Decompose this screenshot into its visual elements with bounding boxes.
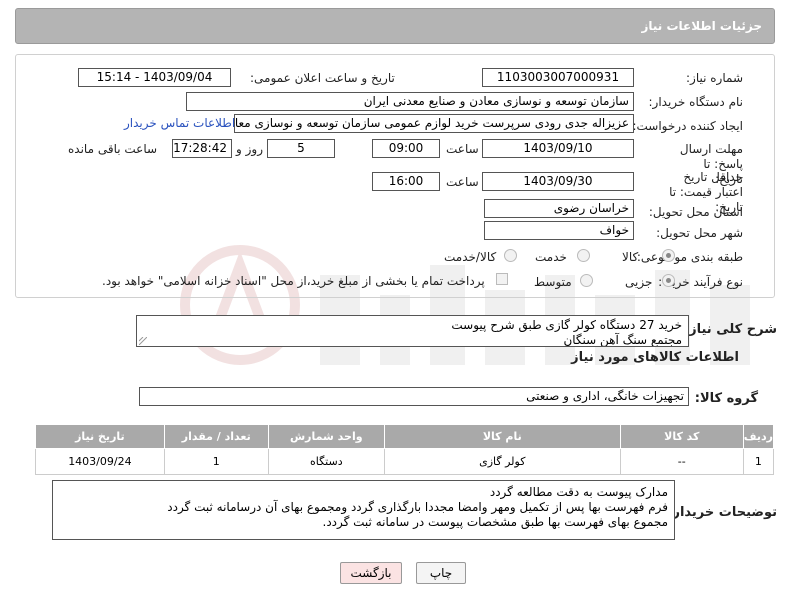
days-field: 5 [267,139,335,158]
requester-field: عزیزاله جدی رودی سرپرست خرید لوازم عمومی… [234,114,634,133]
cell-row: 1 [742,448,775,475]
col-name: نام کالا [383,424,621,449]
col-date: تاریخ نیاز [35,424,165,449]
price-validity-time-label: ساعت [446,175,479,189]
category-radio-goods[interactable] [662,249,675,262]
category-label: طبقه بندی موضوعی: [636,250,743,264]
treasury-payment-note: پرداخت تمام یا بخشی از مبلغ خرید،از محل … [102,274,485,288]
category-radio-goods-service[interactable] [504,249,517,262]
page-title: جزئیات اطلاعات نیاز [641,19,762,33]
cell-date: 1403/09/24 [35,448,165,475]
reply-time-label: ساعت [446,142,479,156]
summary-label: شرح کلی نیاز: [683,322,777,337]
table-row: 1 -- کولر گازی دستگاه 1 1403/09/24 [35,448,775,475]
province-field: خراسان رضوی [484,199,634,218]
process-option-partial: جزیی [625,275,653,289]
buyer-org-field: سازمان توسعه و نوسازی معادن و صنایع معدن… [186,92,634,111]
goods-section-title: اطلاعات کالاهای مورد نیاز [571,350,739,365]
col-qty: تعداد / مقدار [163,424,269,449]
cell-unit: دستگاه [267,448,385,475]
days-label: روز و [236,142,263,156]
process-radio-partial[interactable] [662,274,675,287]
buyer-notes-line-2: فرم فهرست بها پس از تکمیل ومهر وامضا مجد… [167,500,668,514]
treasury-payment-checkbox[interactable] [496,273,508,285]
category-option-service: خدمت [535,250,567,264]
buyer-org-label: نام دستگاه خریدار: [648,95,744,109]
col-unit: واحد شمارش [267,424,385,449]
col-code: کد کالا [619,424,744,449]
reply-time-field: 09:00 [372,139,440,158]
buyer-notes-textarea: مدارک پیوست به دقت مطالعه گردد فرم فهرست… [52,480,675,540]
buyer-notes-line-3: مجموع بهای فهرست بها طبق مشخصات پیوست در… [322,515,669,529]
buyer-contact-link[interactable]: اطلاعات تماس خریدار [124,116,235,130]
goods-group-label: گروه کالا: [694,391,758,406]
cell-code: -- [619,448,744,475]
back-button[interactable]: بازگشت [340,562,402,584]
summary-line-2: مجتمع سنگ آهن سنگان [563,333,682,347]
category-radio-service[interactable] [577,249,590,262]
price-validity-date-field: 1403/09/30 [482,172,634,191]
reply-date-field: 1403/09/10 [482,139,634,158]
col-row: ردیف [742,424,775,449]
goods-group-field: تجهیزات خانگی، اداری و صنعتی [139,387,689,406]
requester-label: ایجاد کننده درخواست: [632,119,743,133]
buyer-notes-line-1: مدارک پیوست به دقت مطالعه گردد [489,485,668,499]
remaining-time-field: 17:28:42 [172,139,232,158]
city-field: خواف [484,221,634,240]
category-option-goods-service: کالا/خدمت [444,250,497,264]
cell-qty: 1 [163,448,269,475]
announce-datetime-label: تاریخ و ساعت اعلان عمومی: [250,71,395,85]
price-validity-time-field: 16:00 [372,172,440,191]
summary-textarea: خرید 27 دستگاه کولر گازی طبق شرح پیوست م… [136,315,689,347]
announce-datetime-field: 1403/09/04 - 15:14 [78,68,231,87]
resize-handle-icon[interactable] [139,337,147,345]
print-button[interactable]: چاپ [416,562,466,584]
cell-name: کولر گازی [383,448,621,475]
province-label: استان محل تحویل: [648,205,743,219]
summary-line-1: خرید 27 دستگاه کولر گازی طبق شرح پیوست [451,318,682,332]
process-option-medium: متوسط [534,275,572,289]
need-number-field: 1103003007000931 [482,68,634,87]
city-label: شهر محل تحویل: [656,226,743,240]
process-radio-medium[interactable] [580,274,593,287]
category-option-goods: کالا [622,250,639,264]
need-number-label: شماره نیاز: [686,71,743,85]
goods-table-header: ردیف کد کالا نام کالا واحد شمارش تعداد /… [35,424,775,449]
page-header: جزئیات اطلاعات نیاز [15,8,775,44]
buyer-notes-label: توضیحات خریدار: [667,505,777,520]
remaining-time-label: ساعت باقی مانده [68,142,158,156]
goods-table: ردیف کد کالا نام کالا واحد شمارش تعداد /… [35,424,775,475]
